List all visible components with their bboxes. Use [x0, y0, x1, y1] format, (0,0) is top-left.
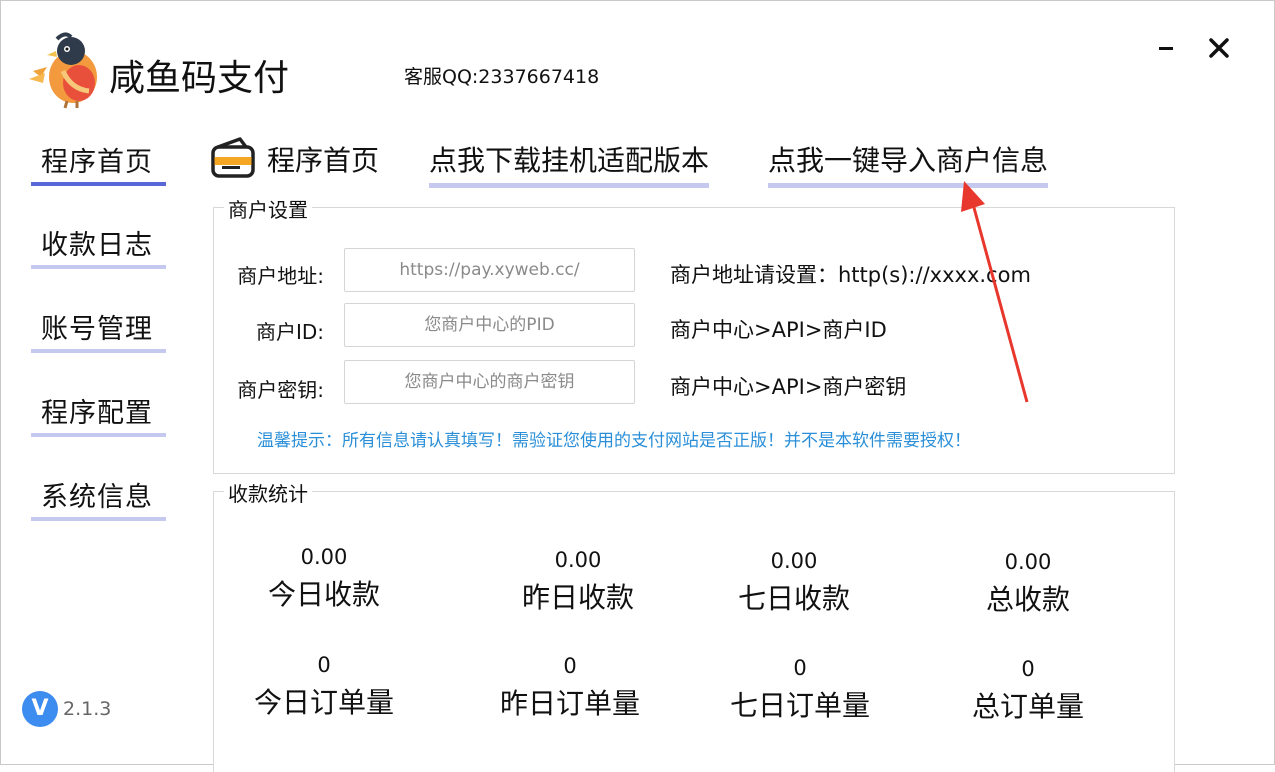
sidebar-item-label: 收款日志 — [41, 230, 153, 261]
stat-label: 今日订单量 — [253, 686, 394, 719]
tab-home[interactable]: 程序首页 — [267, 139, 379, 179]
stat-seven-day-orders: 0 七日订单量 — [690, 656, 910, 724]
sidebar-underline — [31, 517, 166, 521]
stat-value: 0.00 — [1004, 550, 1052, 574]
merchant-url-input[interactable] — [344, 248, 635, 292]
stat-seven-day-amount: 0.00 七日收款 — [684, 549, 904, 617]
stat-total-orders: 0 总订单量 — [918, 657, 1138, 725]
stat-value: 0 — [563, 654, 577, 678]
sidebar-item-accounts[interactable]: 账号管理 — [31, 297, 166, 353]
stat-label: 昨日订单量 — [499, 687, 640, 720]
sidebar-item-system-info[interactable]: 系统信息 — [31, 465, 166, 521]
stat-value: 0 — [1021, 657, 1035, 681]
sidebar-item-label: 程序首页 — [41, 147, 153, 178]
stat-yesterday-orders: 0 昨日订单量 — [460, 654, 680, 722]
minimize-icon[interactable] — [1149, 31, 1183, 65]
wallet-icon — [211, 137, 255, 178]
stat-label: 总收款 — [985, 583, 1070, 616]
sidebar-item-config[interactable]: 程序配置 — [31, 381, 166, 437]
bird-logo-icon — [29, 32, 97, 109]
stat-value: 0 — [317, 653, 331, 677]
stat-value: 0.00 — [770, 549, 818, 573]
warm-tip: 温馨提示：所有信息请认真填写！需验证您使用的支付网站是否正版！并不是本软件需要授… — [257, 431, 971, 451]
merchant-settings-title: 商户设置 — [224, 194, 312, 223]
stat-value: 0.00 — [554, 548, 602, 572]
merchant-url-label: 商户地址: — [237, 264, 324, 288]
merchant-id-label: 商户ID: — [255, 320, 324, 344]
sidebar-active-underline — [31, 182, 166, 186]
sidebar-underline — [31, 433, 166, 437]
merchant-key-input[interactable] — [344, 360, 635, 404]
version-number: 2.1.3 — [63, 698, 112, 720]
download-version-link[interactable]: 点我下载挂机适配版本 — [429, 139, 710, 188]
sidebar-underline — [31, 265, 166, 269]
stat-label: 总订单量 — [971, 690, 1084, 723]
merchant-id-hint: 商户中心>API>商户ID — [670, 318, 887, 342]
stat-label: 昨日收款 — [521, 581, 634, 614]
app-title: 咸鱼码支付 — [109, 58, 290, 99]
stat-value: 0 — [793, 656, 807, 680]
sidebar-item-label: 账号管理 — [41, 314, 153, 345]
sidebar-item-label: 程序配置 — [41, 398, 153, 429]
merchant-id-input[interactable] — [344, 303, 635, 347]
merchant-key-hint: 商户中心>API>商户密钥 — [670, 375, 907, 399]
close-icon[interactable] — [1202, 31, 1236, 65]
stat-today-orders: 0 今日订单量 — [214, 653, 434, 721]
app-window: 咸鱼码支付 客服QQ:2337667418 程序首页 收款日志 账号管理 程序配… — [0, 0, 1275, 772]
stat-label: 今日收款 — [267, 578, 380, 611]
stat-total-amount: 0.00 总收款 — [918, 550, 1138, 618]
sidebar-underline — [31, 349, 166, 353]
stat-label: 七日收款 — [737, 582, 850, 615]
payment-stats-title: 收款统计 — [224, 478, 312, 507]
sidebar-item-home[interactable]: 程序首页 — [31, 130, 166, 186]
sidebar-item-payment-log[interactable]: 收款日志 — [31, 213, 166, 269]
payment-stats-group: 收款统计 0.00 今日收款 0.00 昨日收款 0.00 七日收款 0.00 … — [213, 478, 1175, 772]
support-qq: 客服QQ:2337667418 — [404, 66, 600, 88]
annotation-arrow-icon — [961, 181, 1029, 403]
sidebar-item-label: 系统信息 — [41, 482, 153, 513]
version-icon: V — [22, 691, 58, 727]
merchant-key-label: 商户密钥: — [237, 378, 324, 402]
stat-today-amount: 0.00 今日收款 — [214, 545, 434, 613]
stat-yesterday-amount: 0.00 昨日收款 — [468, 548, 688, 616]
stat-label: 七日订单量 — [729, 689, 870, 722]
stat-value: 0.00 — [300, 545, 348, 569]
